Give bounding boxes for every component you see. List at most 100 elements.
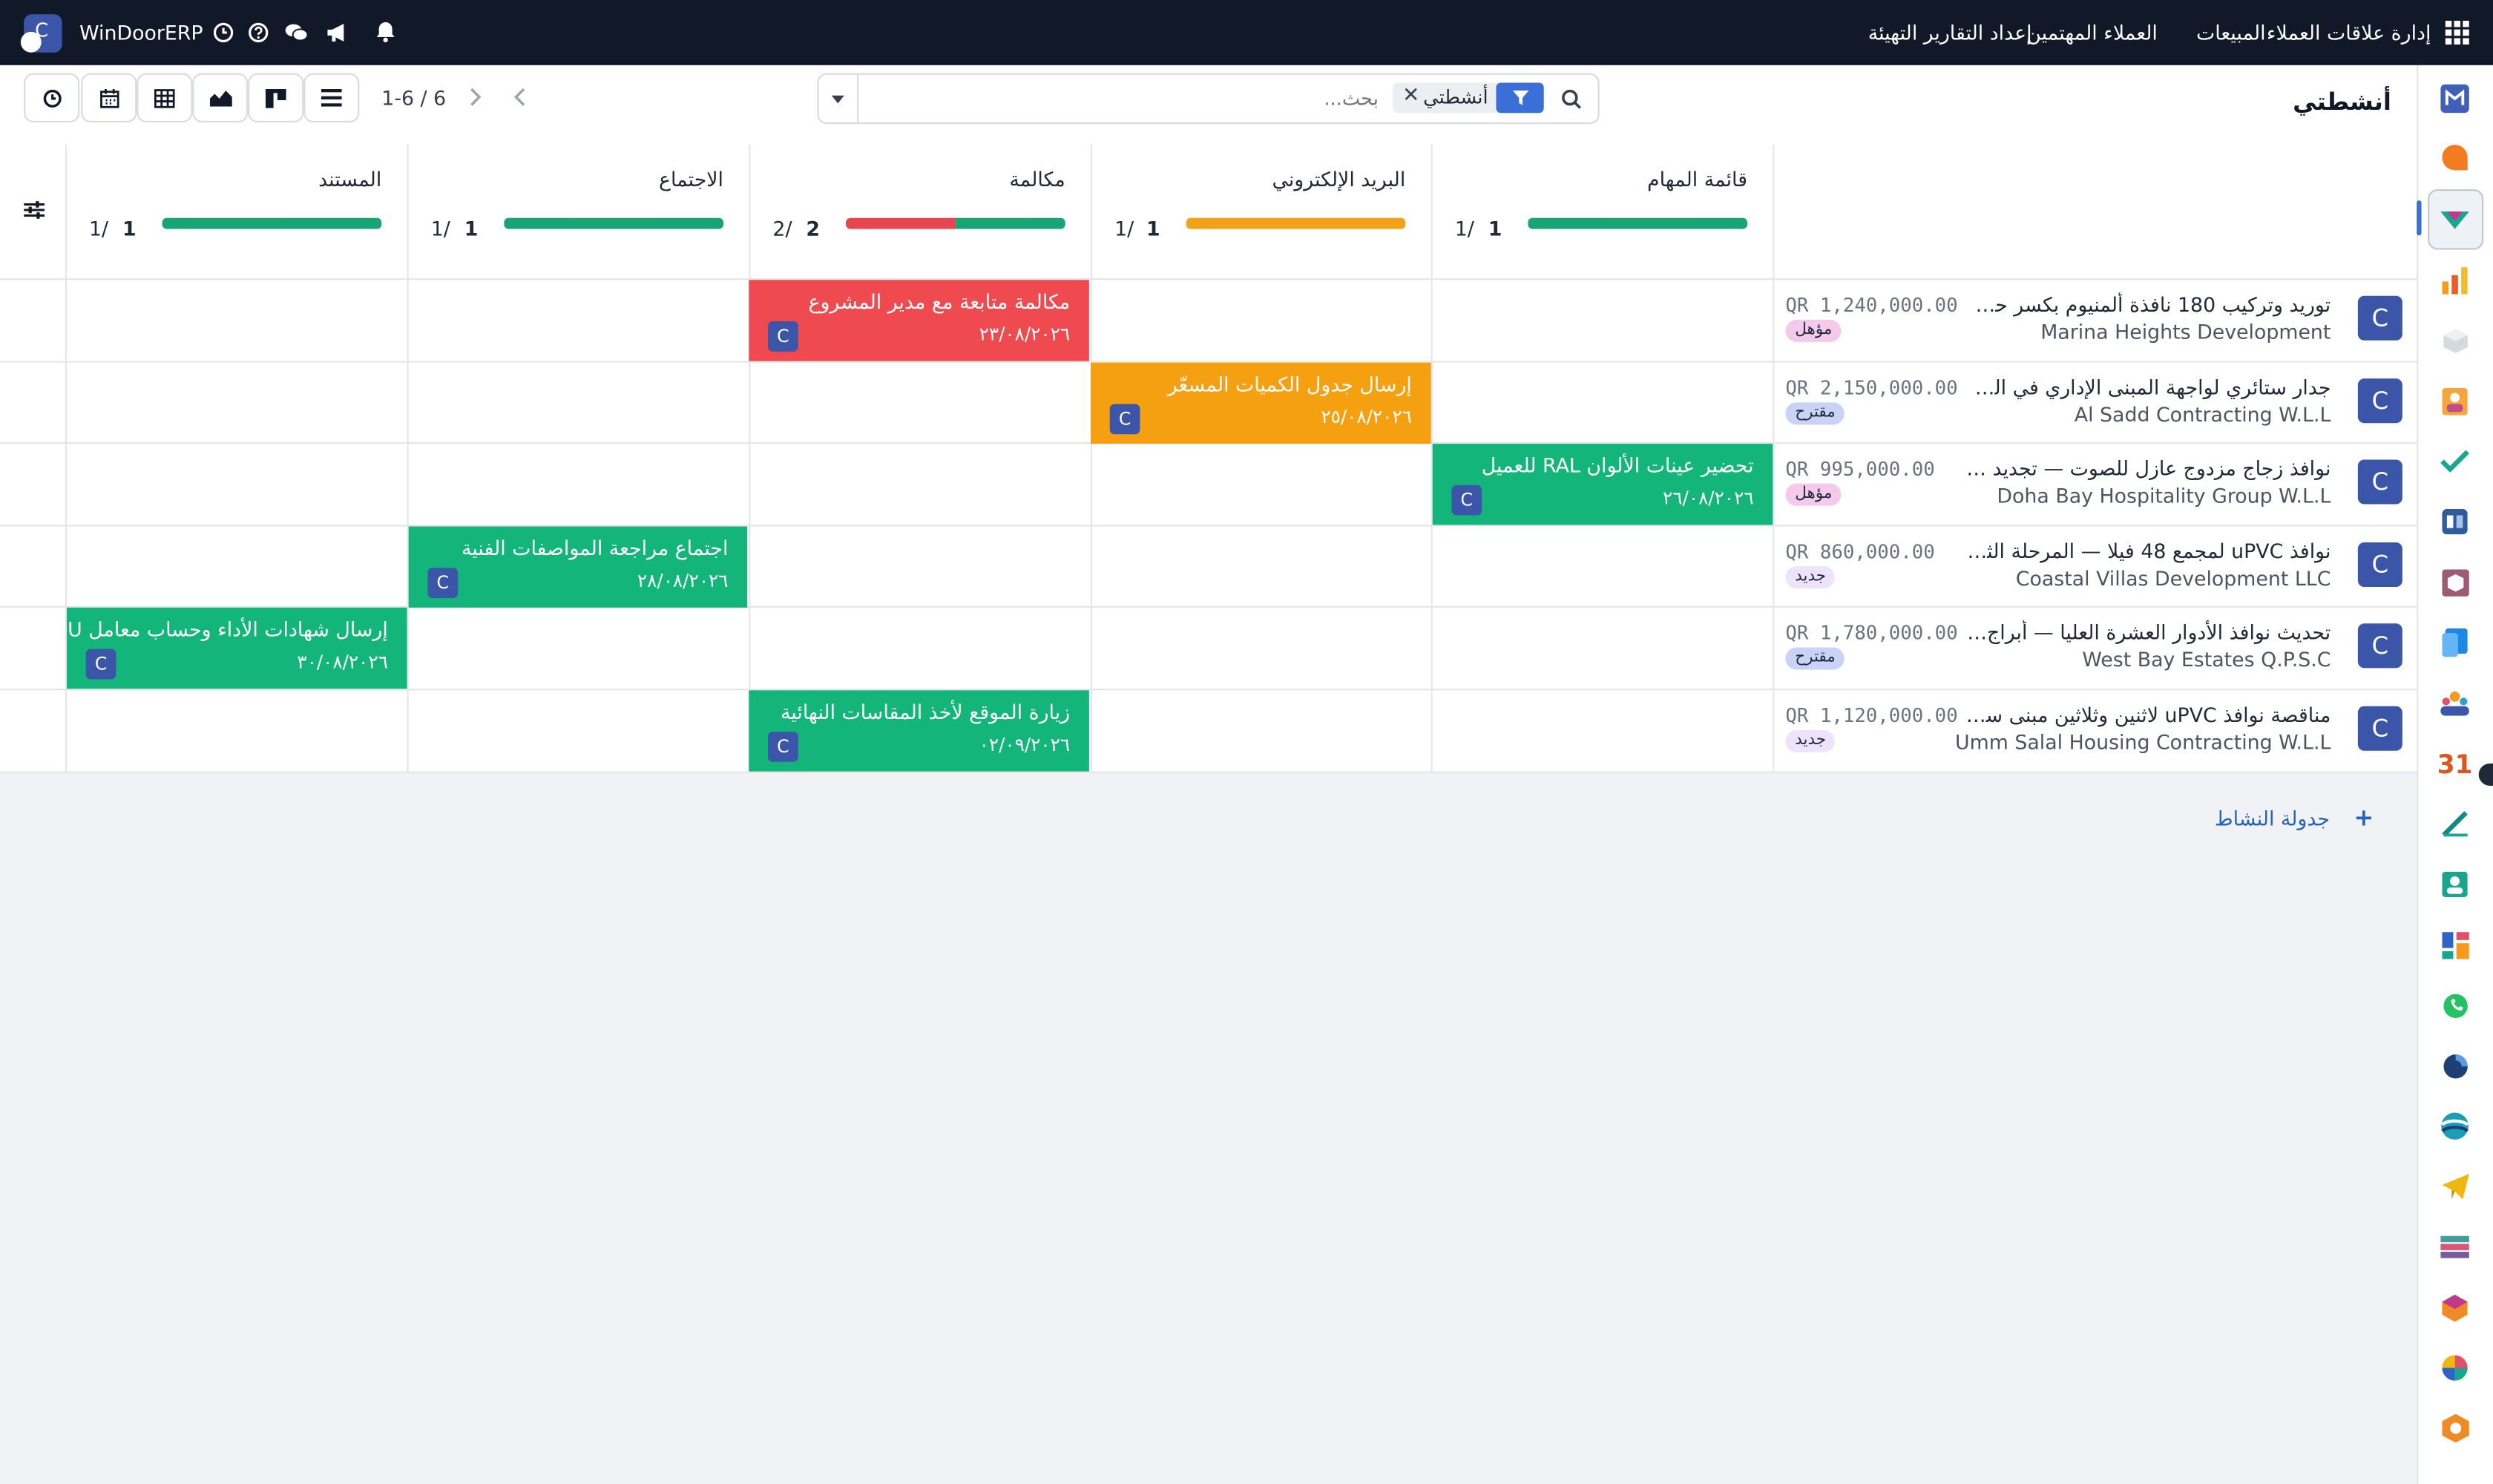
- view-list-button[interactable]: [303, 73, 360, 123]
- activity-avatar: C: [768, 321, 798, 352]
- search-icon[interactable]: [1544, 75, 1598, 122]
- record-row[interactable]: C نوافذ زجاج مزدوج عازل للصوت — تجديد فن…: [1773, 444, 2417, 525]
- search-input[interactable]: [866, 81, 1382, 116]
- column-header-document[interactable]: المستند 1 1/: [65, 145, 407, 278]
- activity-avatar: C: [768, 732, 798, 762]
- timesheet-app-icon[interactable]: [2437, 1048, 2472, 1083]
- record-row[interactable]: C توريد وتركيب 180 نافذة ألمنيوم بكسر حر…: [1773, 280, 2417, 361]
- activity-title: زيارة الموقع لأخذ المقاسات النهائية: [780, 700, 1071, 724]
- products-app-icon[interactable]: [2437, 565, 2472, 600]
- company-name[interactable]: WinDoorERP: [79, 0, 203, 65]
- list-icon: [321, 89, 342, 107]
- discuss-app-icon[interactable]: [2437, 140, 2472, 175]
- activity-cell-meeting[interactable]: اجتماع مراجعة المواصفات الفنية ٢٨/٠٨/٢٠٢…: [408, 526, 748, 608]
- whatsapp-app-icon[interactable]: [2437, 988, 2472, 1022]
- column-count: 1: [122, 216, 137, 240]
- facet-label: أنشطتي: [1423, 85, 1488, 108]
- progress-segment: [162, 217, 382, 229]
- pager-value[interactable]: 1-6 / 6: [381, 86, 446, 110]
- activity-cell-todo[interactable]: تحضير عينات الألوان RAL للعميل ٢٦/٠٨/٢٠٢…: [1432, 444, 1773, 525]
- activity-cell-call[interactable]: زيارة الموقع لأخذ المقاسات النهائية ٠٢/٠…: [749, 690, 1089, 772]
- manufacturing-app-icon[interactable]: [2437, 1290, 2472, 1324]
- pager-prev-button[interactable]: [499, 73, 541, 121]
- repair-app-icon[interactable]: [2437, 1411, 2472, 1445]
- progress-segment: [504, 217, 723, 229]
- tasks-app-icon[interactable]: [2437, 444, 2472, 479]
- remove-facet-icon[interactable]: ✕: [1402, 85, 1419, 108]
- inventory-app-icon[interactable]: [2437, 323, 2472, 358]
- sign-app-icon[interactable]: [2437, 807, 2472, 841]
- menu-reporting[interactable]: إعداد التقارير: [1924, 0, 2032, 65]
- column-count: 1: [464, 216, 479, 240]
- help-icon[interactable]: [245, 19, 270, 45]
- progress-bar: [846, 217, 1065, 229]
- record-avatar: C: [2357, 459, 2402, 505]
- table-icon: [154, 88, 175, 108]
- column-total: 1/: [430, 216, 450, 240]
- clock-icon[interactable]: [210, 19, 235, 45]
- company-logo[interactable]: C: [20, 14, 62, 53]
- website-app-icon[interactable]: [2437, 1109, 2472, 1143]
- record-row[interactable]: C نوافذ uPVC لمجمع 48 فيلا — المرحلة الث…: [1773, 527, 2417, 608]
- column-label: الاجتماع: [658, 167, 723, 191]
- record-title: مناقصة نوافذ uPVC لاثنين وثلاثين مبنى سك…: [1965, 703, 2331, 727]
- activity-cell-email[interactable]: إرسال جدول الكميات المسعّر ٢٥/٠٨/٢٠٢٦ C: [1091, 362, 1431, 444]
- gmail-app-icon[interactable]: [2437, 81, 2472, 116]
- sales-app-icon[interactable]: [2437, 263, 2472, 298]
- documents-app-icon[interactable]: [2437, 625, 2472, 660]
- search-dropdown-toggle[interactable]: [819, 74, 859, 123]
- bell-icon[interactable]: [372, 19, 397, 45]
- view-activity-button[interactable]: [24, 73, 80, 123]
- view-graph-button[interactable]: [192, 73, 249, 123]
- column-label: المستند: [318, 167, 382, 191]
- column-header-call[interactable]: مكالمة 2 2/: [749, 145, 1091, 278]
- activity-cell-document[interactable]: إرسال شهادات الأداء وحساب معامل U ٣٠/٠٨/…: [67, 607, 407, 689]
- column-header-meeting[interactable]: الاجتماع 1 1/: [407, 145, 749, 278]
- view-calendar-button[interactable]: [81, 73, 137, 123]
- column-total: 1/: [89, 216, 109, 240]
- record-row[interactable]: C مناقصة نوافذ uPVC لاثنين وثلاثين مبنى …: [1773, 690, 2417, 771]
- progress-segment: [1186, 217, 1406, 229]
- chevron-left-icon: [513, 88, 525, 106]
- planning-app-icon[interactable]: [2437, 1350, 2472, 1385]
- record-amount: QR 2,150,000.00: [1785, 377, 1958, 400]
- control-panel: أنشطتي أنشطتي ✕ 1-6 / 6: [0, 65, 2417, 147]
- apps-grid-icon[interactable]: [2442, 18, 2471, 47]
- record-customer: Umm Salal Housing Contracting W.L.L: [1955, 729, 2331, 755]
- activity-cell-call[interactable]: مكالمة متابعة مع مدير المشروع ٢٣/٠٨/٢٠٢٦…: [749, 280, 1089, 361]
- column-settings-icon[interactable]: [19, 196, 48, 225]
- accounting-app-icon[interactable]: [2437, 1229, 2472, 1264]
- menu-crm[interactable]: إدارة علاقات العملاء: [2267, 0, 2431, 65]
- record-row[interactable]: C جدار ستائري لواجهة المبنى الإداري في ا…: [1773, 363, 2417, 444]
- crm-app-active[interactable]: [2417, 189, 2484, 250]
- progress-segment: [846, 217, 956, 229]
- view-kanban-button[interactable]: [248, 73, 304, 123]
- record-row[interactable]: C تحديث نوافذ الأدوار العشرة العليا — أب…: [1773, 608, 2417, 689]
- email-marketing-app-icon[interactable]: [2437, 1169, 2472, 1204]
- stage-badge: مقترح: [1785, 647, 1845, 670]
- record-amount: QR 1,240,000.00: [1785, 294, 1958, 317]
- column-header-email[interactable]: البريد الإلكتروني 1 1/: [1091, 145, 1431, 278]
- pager-next-button[interactable]: [455, 73, 496, 121]
- calendar-app-icon[interactable]: 31: [2437, 746, 2473, 781]
- appraisal-app-icon[interactable]: [2437, 867, 2472, 902]
- activity-date: ٣٠/٠٨/٢٠٢٦: [297, 650, 388, 673]
- employees-app-icon[interactable]: [2437, 686, 2472, 720]
- column-header-todo[interactable]: قائمة المهام 1 1/: [1431, 145, 1773, 278]
- record-customer: Coastal Villas Development LLC: [2015, 566, 2331, 591]
- dashboard-app-icon[interactable]: [2437, 928, 2472, 962]
- schedule-activity-link[interactable]: + جدولة النشاط: [2215, 801, 2374, 833]
- activity-date: ٠٢/٠٩/٢٠٢٦: [979, 733, 1071, 756]
- menu-leads[interactable]: العملاء المهتمين: [2026, 0, 2158, 65]
- menu-configuration[interactable]: التهيئة: [1868, 0, 1918, 65]
- search-facet[interactable]: أنشطتي ✕: [1393, 82, 1544, 114]
- menu-sales[interactable]: المبيعات: [2196, 0, 2266, 65]
- activity-grid: قائمة المهام 1 1/ البريد الإلكتروني 1 1/…: [0, 145, 2417, 773]
- column-total: 2/: [772, 216, 792, 240]
- contacts-app-icon[interactable]: [2437, 384, 2472, 418]
- megaphone-icon[interactable]: [323, 19, 352, 45]
- chat-icon[interactable]: [281, 19, 310, 45]
- record-avatar: C: [2357, 378, 2402, 424]
- view-pivot-button[interactable]: [137, 73, 193, 123]
- helpdesk-app-icon[interactable]: [2437, 505, 2472, 539]
